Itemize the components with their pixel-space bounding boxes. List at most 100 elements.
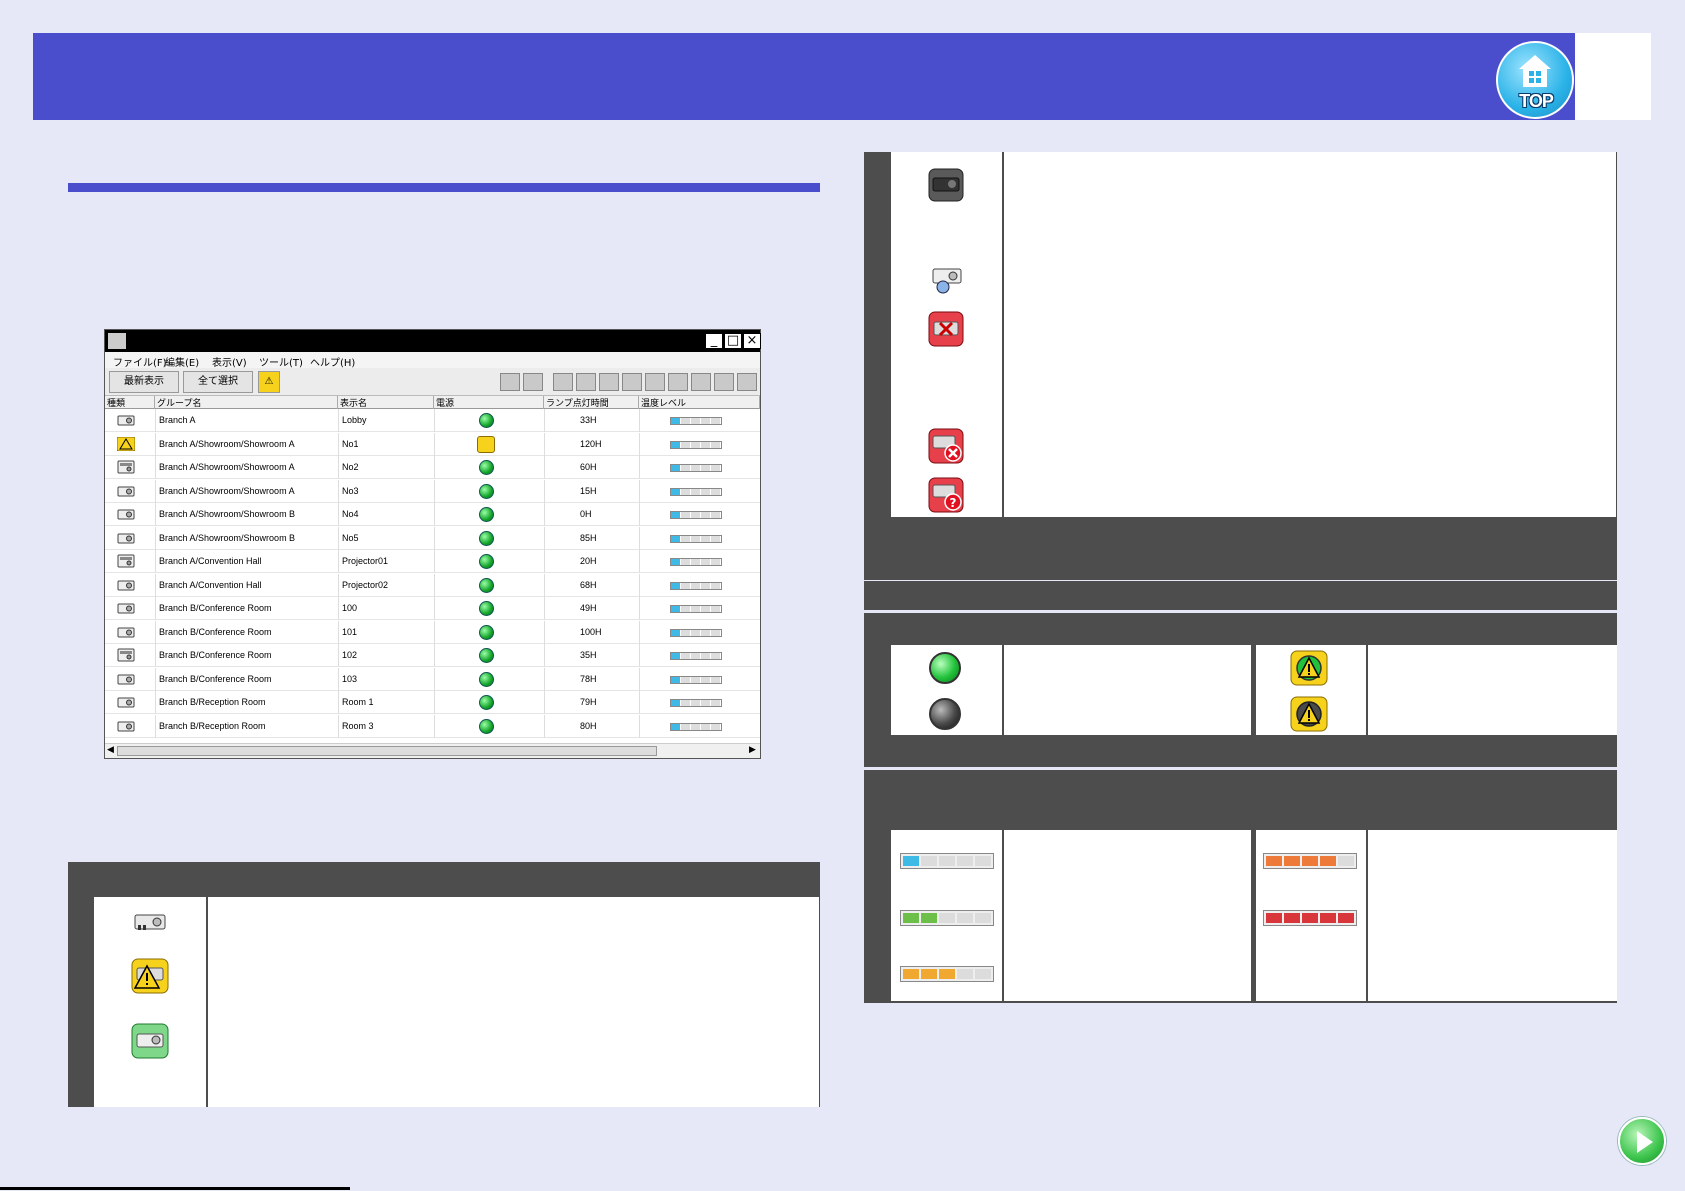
row-group-name: Branch A/Showroom/Showroom B (159, 533, 296, 543)
power-off-warning-icon (1290, 696, 1328, 732)
top-button-label: TOP (1519, 91, 1554, 111)
temperature-bar (670, 605, 722, 613)
row-display-name: 103 (342, 674, 358, 684)
menu-view[interactable]: 表示(V) (212, 354, 247, 369)
page-header-bar (33, 33, 1651, 120)
maximize-button[interactable]: □ (724, 333, 742, 349)
projector-icon (134, 914, 166, 930)
table-row[interactable]: Branch A/Showroom/Showroom B No5 85H (105, 527, 760, 550)
temperature-bar (670, 676, 722, 684)
row-display-name: Lobby (342, 415, 367, 425)
warning-filter-icon[interactable]: ⚠ (258, 371, 280, 393)
row-lamp-hours: 20H (580, 556, 597, 566)
table-row[interactable]: Branch A/Showroom/Showroom A No1 120H (105, 433, 760, 456)
table-row[interactable]: Branch B/Conference Room 100 49H (105, 597, 760, 620)
menu-help[interactable]: ヘルプ(H) (310, 354, 355, 369)
refresh-button[interactable]: 最新表示 (109, 371, 179, 393)
projector-network-icon (932, 268, 962, 294)
row-display-name: No5 (342, 533, 359, 543)
projector-icon (117, 603, 135, 614)
row-lamp-hours: 78H (580, 674, 597, 684)
projector-icon (117, 486, 135, 497)
select-all-button[interactable]: 全て選択 (183, 371, 253, 393)
grid-body: Branch A Lobby 33H Branch A/Showroom/Showro… (105, 409, 760, 743)
power-status-table (864, 645, 1617, 737)
row-lamp-hours: 79H (580, 697, 597, 707)
source-2-icon[interactable] (576, 373, 596, 391)
table-row[interactable]: Branch A/Convention Hall Projector02 68H (105, 574, 760, 597)
col-type[interactable]: 種類 (105, 396, 155, 409)
row-group-name: Branch A/Showroom/Showroom A (159, 462, 295, 472)
col-display-name[interactable]: 表示名 (338, 396, 434, 409)
temperature-bar (670, 441, 722, 449)
menu-tools[interactable]: ツール(T) (259, 354, 303, 369)
table-row[interactable]: Branch B/Reception Room Room 3 80H (105, 715, 760, 738)
power-desc-cell-left (1004, 645, 1251, 735)
row-lamp-hours: 15H (580, 486, 597, 496)
source-3-icon[interactable] (599, 373, 619, 391)
row-display-name: No2 (342, 462, 359, 472)
source-5-icon[interactable] (645, 373, 665, 391)
temperature-bar (670, 629, 722, 637)
temperature-bar (670, 652, 722, 660)
power-off-icon[interactable] (523, 373, 543, 391)
source-6-icon[interactable] (668, 373, 688, 391)
menu-file[interactable]: ファイル(F) (113, 354, 167, 369)
col-group[interactable]: グループ名 (155, 396, 338, 409)
col-lamp-hours[interactable]: ランプ点灯時間 (544, 396, 639, 409)
row-group-name: Branch A/Showroom/Showroom A (159, 439, 295, 449)
menu-edit[interactable]: 編集(E) (165, 354, 199, 369)
row-group-name: Branch B/Conference Room (159, 650, 272, 660)
top-button[interactable]: TOP (1494, 33, 1576, 120)
projector-communication-error-icon (928, 428, 964, 464)
row-group-name: Branch A (159, 415, 196, 425)
header-right-panel (1575, 33, 1651, 120)
temperature-bar (670, 511, 722, 519)
row-group-name: Branch A/Convention Hall (159, 556, 262, 566)
power-off-led-icon (929, 698, 961, 730)
table-row[interactable]: Branch A Lobby 33H (105, 409, 760, 432)
source-1-icon[interactable] (553, 373, 573, 391)
projector-icon (117, 554, 135, 568)
scroll-thumb[interactable] (117, 746, 657, 756)
table-row[interactable]: Branch A/Showroom/Showroom A No3 15H (105, 480, 760, 503)
table-row[interactable]: Branch A/Showroom/Showroom A No2 60H (105, 456, 760, 479)
table-row[interactable]: Branch A/Convention Hall Projector01 20H (105, 550, 760, 573)
row-lamp-hours: 35H (580, 650, 597, 660)
row-group-name: Branch B/Conference Room (159, 627, 272, 637)
source-7-icon[interactable] (691, 373, 711, 391)
projector-warning-icon (117, 437, 135, 451)
horizontal-scrollbar[interactable]: ◀ ▶ (105, 743, 760, 758)
row-display-name: No4 (342, 509, 359, 519)
temperature-bar (670, 723, 722, 731)
table-row[interactable]: Branch B/Reception Room Room 1 79H (105, 691, 760, 714)
power-on-icon (479, 460, 494, 475)
source-8-icon[interactable] (714, 373, 734, 391)
next-page-button[interactable] (1618, 1117, 1666, 1165)
table-row[interactable]: Branch B/Conference Room 101 100H (105, 621, 760, 644)
window-title-bar: _ □ × (105, 330, 761, 352)
row-display-name: 101 (342, 627, 358, 637)
icon-legend-table-right (864, 152, 1617, 580)
projector-standby-icon (928, 168, 964, 202)
col-temperature[interactable]: 温度レベル (639, 396, 760, 409)
projector-icon (117, 460, 135, 474)
projector-icon (117, 721, 135, 732)
row-group-name: Branch A/Showroom/Showroom B (159, 509, 296, 519)
table-row[interactable]: Branch A/Showroom/Showroom B No4 0H (105, 503, 760, 526)
row-lamp-hours: 80H (580, 721, 597, 731)
minimize-button[interactable]: _ (705, 333, 723, 349)
power-on-icon[interactable] (500, 373, 520, 391)
power-on-icon (479, 672, 494, 687)
close-button[interactable]: × (743, 333, 761, 349)
temperature-bar (670, 488, 722, 496)
source-4-icon[interactable] (622, 373, 642, 391)
table-row[interactable]: Branch B/Conference Room 103 78H (105, 668, 760, 691)
mute-icon[interactable] (737, 373, 757, 391)
col-power[interactable]: 電源 (434, 396, 544, 409)
temperature-bar (670, 582, 722, 590)
table-row[interactable]: Branch B/Conference Room 102 35H (105, 644, 760, 667)
power-on-icon (479, 484, 494, 499)
power-on-icon (479, 578, 494, 593)
power-warning-icon (477, 436, 495, 453)
